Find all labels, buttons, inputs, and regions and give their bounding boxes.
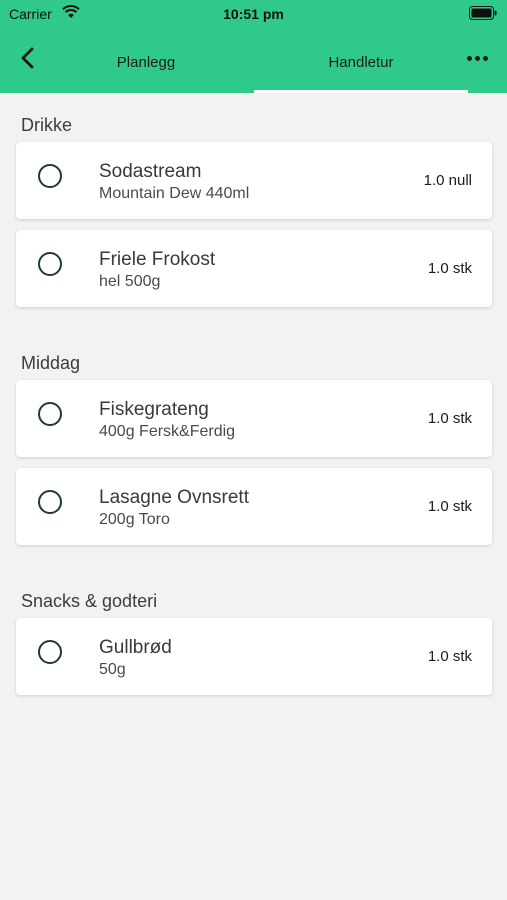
checkbox[interactable] <box>38 164 62 188</box>
more-button[interactable] <box>467 56 489 66</box>
tab-handletur[interactable]: Handletur <box>254 54 468 93</box>
item-description: Mountain Dew 440ml <box>99 185 250 202</box>
status-bar: Carrier 10:51 pm <box>0 0 507 28</box>
item-name: Lasagne Ovnsrett <box>99 487 249 508</box>
item-name: Sodastream <box>99 161 202 182</box>
section-title-middag: Middag <box>21 353 81 373</box>
item-quantity: 1.0 stk <box>427 410 472 427</box>
clock: 10:51 pm <box>223 6 284 22</box>
item-description: 200g Toro <box>99 511 170 528</box>
item-quantity: 1.0 null <box>423 172 472 189</box>
list-item[interactable]: Lasagne Ovnsrett 200g Toro 1.0 stk <box>16 468 492 545</box>
item-quantity: 1.0 stk <box>427 498 472 515</box>
list-item[interactable]: Fiskegrateng 400g Fersk&Ferdig 1.0 stk <box>16 380 492 457</box>
item-description: 400g Fersk&Ferdig <box>99 423 236 440</box>
list-item[interactable]: Friele Frokost hel 500g 1.0 stk <box>16 230 492 307</box>
checkbox[interactable] <box>38 640 62 664</box>
list-item[interactable]: Gullbrød 50g 1.0 stk <box>16 618 492 695</box>
tab-planlegg[interactable]: Planlegg <box>60 54 232 93</box>
section-title-snacks: Snacks & godteri <box>21 591 158 611</box>
tab-label: Planlegg <box>116 54 176 71</box>
tab-label: Handletur <box>328 54 394 71</box>
active-tab-indicator <box>254 90 468 93</box>
top-navigation: Planlegg Handletur <box>0 36 507 93</box>
checkbox[interactable] <box>38 402 62 426</box>
checkbox[interactable] <box>38 490 62 514</box>
battery-icon <box>469 6 497 23</box>
chevron-left-icon <box>21 47 34 69</box>
list-item[interactable]: Sodastream Mountain Dew 440ml 1.0 null <box>16 142 492 219</box>
item-quantity: 1.0 stk <box>427 260 472 277</box>
section-title-drikke: Drikke <box>21 115 73 135</box>
app-header: Carrier 10:51 pm Planlegg Handletur <box>0 0 507 93</box>
checkbox[interactable] <box>38 252 62 276</box>
item-name: Fiskegrateng <box>99 399 209 420</box>
back-button[interactable] <box>14 44 44 74</box>
item-quantity: 1.0 stk <box>427 648 472 665</box>
item-name: Gullbrød <box>99 637 172 658</box>
item-name: Friele Frokost <box>99 249 216 270</box>
item-description: 50g <box>99 661 126 678</box>
item-description: hel 500g <box>99 273 161 290</box>
